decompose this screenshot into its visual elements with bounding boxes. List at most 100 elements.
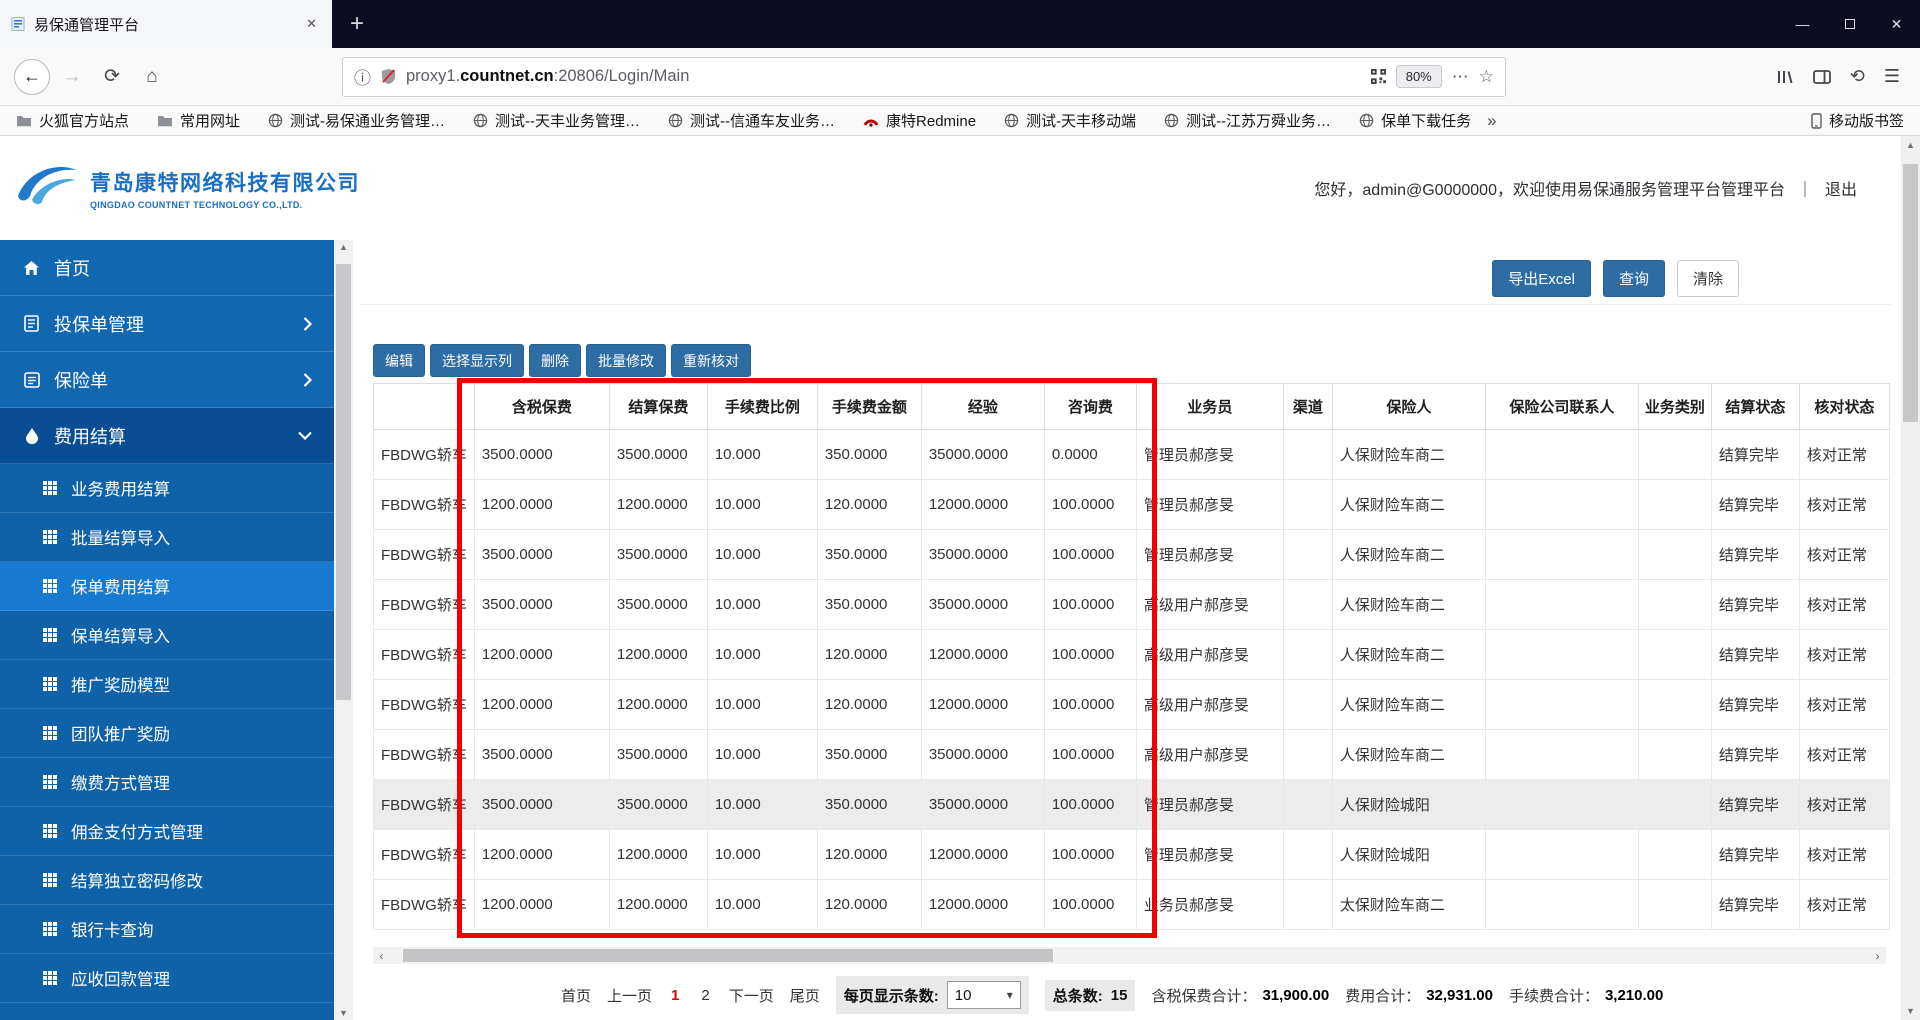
- bookmark-item[interactable]: 康特Redmine: [863, 110, 976, 131]
- table-row[interactable]: FBDWG轿车 1200.0000 1200.0000 10.000 120.0000 1…: [373, 479, 1890, 530]
- bookmark-item[interactable]: 测试--信通车友业务…: [668, 110, 835, 131]
- page-scrollbar[interactable]: ▲ ▼: [1901, 136, 1920, 1020]
- column-header[interactable]: 含税保费: [473, 383, 610, 430]
- sidebar-item-fee-settlement[interactable]: 费用结算: [0, 408, 334, 464]
- sidebar-item-business-fee-settle[interactable]: 业务费用结算: [0, 464, 334, 513]
- sidebar-item-team-promo-reward[interactable]: 团队推广奖励: [0, 709, 334, 758]
- per-page-select[interactable]: 10 ▾: [946, 981, 1021, 1009]
- clear-button[interactable]: 清除: [1676, 260, 1739, 297]
- table-row[interactable]: FBDWG轿车 3500.0000 3500.0000 10.000 350.0000 3…: [373, 529, 1890, 580]
- column-header[interactable]: 核对状态: [1798, 383, 1890, 430]
- hamburger-menu-icon[interactable]: ☰: [1884, 66, 1900, 87]
- sidebar-scroll-thumb[interactable]: [336, 264, 351, 700]
- sidebar-item-promo-reward-model[interactable]: 推广奖励模型: [0, 660, 334, 709]
- select-columns-button[interactable]: 选择显示列: [430, 344, 524, 377]
- table-row[interactable]: FBDWG轿车 3500.0000 3500.0000 10.000 350.0000 3…: [373, 729, 1890, 780]
- shield-icon[interactable]: [381, 68, 396, 85]
- page-number-1[interactable]: 1: [668, 987, 682, 1004]
- site-info-icon[interactable]: ⓘ: [354, 64, 371, 89]
- qr-code-icon[interactable]: [1370, 69, 1386, 84]
- undo-restore-icon[interactable]: ⟲: [1850, 66, 1865, 87]
- page-number-2[interactable]: 2: [698, 987, 712, 1004]
- bookmark-star-icon[interactable]: ☆: [1479, 67, 1494, 87]
- column-header[interactable]: 咨询费: [1043, 383, 1137, 430]
- bookmark-item[interactable]: 测试--江苏万舜业务…: [1164, 110, 1331, 131]
- sidebar-item-payment-method-mgmt[interactable]: 缴费方式管理: [0, 758, 334, 807]
- sidebar-toggle-icon[interactable]: [1812, 69, 1831, 85]
- column-header[interactable]: 业务类别: [1637, 383, 1712, 430]
- query-button[interactable]: 查询: [1602, 260, 1665, 297]
- page-first-link[interactable]: 首页: [561, 985, 591, 1006]
- edit-button[interactable]: 编辑: [373, 344, 425, 377]
- sidebar-item-bank-card-query[interactable]: 银行卡查询: [0, 905, 334, 954]
- bookmark-item[interactable]: 常用网址: [157, 110, 240, 131]
- table-row[interactable]: FBDWG轿车 1200.0000 1200.0000 10.000 120.0000 1…: [373, 679, 1890, 730]
- sidebar-item-batch-settle-import[interactable]: 批量结算导入: [0, 513, 334, 562]
- column-header[interactable]: 结算保费: [608, 383, 708, 430]
- scroll-left-icon[interactable]: ‹: [373, 947, 390, 964]
- scroll-down-icon[interactable]: ▼: [1901, 1006, 1920, 1016]
- tab-close-icon[interactable]: ✕: [301, 14, 322, 34]
- bookmarks-overflow-chevron-icon[interactable]: »: [1487, 111, 1496, 131]
- sidebar-item-settle-password-change[interactable]: 结算独立密码修改: [0, 856, 334, 905]
- sidebar-item-home[interactable]: 首页: [0, 240, 334, 296]
- scroll-down-icon[interactable]: ▼: [334, 1008, 353, 1018]
- column-header[interactable]: 手续费比例: [706, 383, 818, 430]
- table-row[interactable]: FBDWG轿车 3500.0000 3500.0000 10.000 350.0000 3…: [373, 429, 1890, 480]
- column-header[interactable]: 渠道: [1282, 383, 1333, 430]
- url-bar[interactable]: ⓘ proxy1.countnet.cn:20806/Login/Main 80…: [342, 56, 1506, 97]
- scroll-right-icon[interactable]: ›: [1869, 947, 1886, 964]
- page-actions-icon[interactable]: ⋯: [1452, 67, 1469, 87]
- new-tab-button[interactable]: +: [332, 0, 382, 48]
- reload-button[interactable]: ⟳: [92, 58, 132, 96]
- table-row[interactable]: FBDWG轿车 1200.0000 1200.0000 10.000 120.0000 1…: [373, 879, 1890, 930]
- window-close-button[interactable]: ✕: [1873, 0, 1920, 48]
- sidebar-item-receivable-mgmt[interactable]: 应收回款管理: [0, 954, 334, 1003]
- column-header[interactable]: [373, 383, 475, 430]
- library-icon[interactable]: [1776, 69, 1794, 85]
- export-excel-button[interactable]: 导出Excel: [1492, 260, 1591, 297]
- page-prev-link[interactable]: 上一页: [607, 985, 652, 1006]
- sidebar-scrollbar[interactable]: ▲ ▼: [334, 240, 353, 1020]
- scroll-up-icon[interactable]: ▲: [1901, 140, 1920, 150]
- horizontal-scroll-thumb[interactable]: [403, 949, 1053, 962]
- page-scroll-thumb[interactable]: [1903, 164, 1918, 422]
- home-button[interactable]: ⌂: [132, 58, 172, 96]
- column-header[interactable]: 经验: [920, 383, 1045, 430]
- batch-modify-button[interactable]: 批量修改: [586, 344, 666, 377]
- zoom-level-badge[interactable]: 80%: [1395, 65, 1442, 88]
- bookmark-item[interactable]: 保单下载任务: [1359, 110, 1471, 131]
- horizontal-scrollbar[interactable]: ‹ ›: [373, 947, 1886, 964]
- column-header[interactable]: 保险公司联系人: [1484, 383, 1639, 430]
- sidebar-item-policy-settle-import[interactable]: 保单结算导入: [0, 611, 334, 660]
- bookmark-item[interactable]: 火狐官方站点: [16, 110, 129, 131]
- window-minimize-button[interactable]: —: [1779, 0, 1826, 48]
- window-maximize-button[interactable]: [1826, 0, 1873, 48]
- sidebar-item-policy[interactable]: 保险单: [0, 352, 334, 408]
- recheck-button[interactable]: 重新核对: [671, 344, 751, 377]
- sidebar-item-application-mgmt[interactable]: 投保单管理: [0, 296, 334, 352]
- page-last-link[interactable]: 尾页: [790, 985, 820, 1006]
- company-logo[interactable]: 青岛康特网络科技有限公司 QINGDAO COUNTNET TECHNOLOGY…: [14, 162, 360, 215]
- delete-button[interactable]: 删除: [529, 344, 581, 377]
- table-row[interactable]: FBDWG轿车 3500.0000 3500.0000 10.000 350.0000 3…: [373, 779, 1890, 830]
- page-next-link[interactable]: 下一页: [729, 985, 774, 1006]
- logout-link[interactable]: 退出: [1825, 176, 1857, 200]
- table-row[interactable]: FBDWG轿车 1200.0000 1200.0000 10.000 120.0000 1…: [373, 829, 1890, 880]
- browser-tab[interactable]: 易保通管理平台 ✕: [0, 0, 332, 48]
- column-header[interactable]: 结算状态: [1710, 383, 1800, 430]
- bookmark-item[interactable]: 测试-天丰移动端: [1004, 110, 1136, 131]
- table-row[interactable]: FBDWG轿车 1200.0000 1200.0000 10.000 120.0000 1…: [373, 629, 1890, 680]
- bookmark-mobile[interactable]: 移动版书签: [1811, 110, 1904, 131]
- back-button[interactable]: ←: [14, 58, 50, 95]
- scroll-up-icon[interactable]: ▲: [334, 242, 353, 252]
- table-row[interactable]: FBDWG轿车 3500.0000 3500.0000 10.000 350.0000 3…: [373, 579, 1890, 630]
- sidebar-item-commission-pay-mgmt[interactable]: 佣金支付方式管理: [0, 807, 334, 856]
- bookmark-item[interactable]: 测试-易保通业务管理…: [268, 110, 445, 131]
- column-header[interactable]: 业务员: [1135, 383, 1284, 430]
- column-header[interactable]: 保险人: [1331, 383, 1486, 430]
- column-header[interactable]: 手续费金额: [816, 383, 922, 430]
- forward-button[interactable]: →: [52, 58, 92, 96]
- bookmark-item[interactable]: 测试--天丰业务管理…: [473, 110, 640, 131]
- sidebar-item-policy-fee-settle[interactable]: 保单费用结算: [0, 562, 334, 611]
